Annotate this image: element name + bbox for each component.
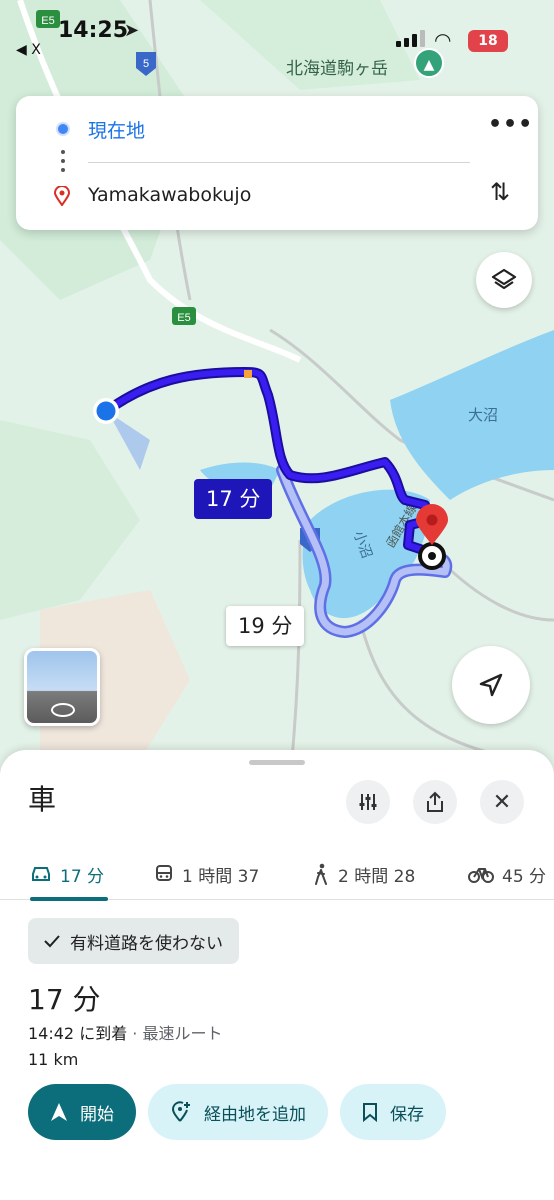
add-stop-button[interactable]: 経由地を追加	[148, 1084, 328, 1140]
directions-sheet: 車 ✕ 17 分 1 時間 37 2 時間 28 45 分 有料道路を使わない …	[0, 750, 554, 1200]
street-view-thumbnail[interactable]	[24, 648, 100, 726]
back-to-app-link[interactable]: ◀ X	[16, 42, 41, 58]
recenter-button[interactable]	[452, 646, 530, 724]
train-icon	[156, 865, 172, 881]
layers-button[interactable]	[476, 252, 532, 308]
main-route-time-label[interactable]: 17 分	[194, 479, 273, 519]
status-bar: 14:25 ➤ ◀ X ◠ 18	[0, 0, 554, 60]
tab-car[interactable]: 17 分	[30, 848, 109, 901]
close-button[interactable]: ✕	[480, 780, 524, 824]
action-row: 開始 経由地を追加 保存	[28, 1084, 446, 1140]
route-options-button[interactable]	[346, 780, 390, 824]
car-icon	[32, 867, 50, 881]
lake-onuma-label: 大沼	[468, 406, 498, 424]
check-icon	[44, 935, 60, 948]
avoid-tolls-chip[interactable]: 有料道路を使わない	[28, 918, 239, 964]
share-button[interactable]	[413, 780, 457, 824]
current-location-dot	[96, 401, 116, 421]
add-stop-label: 経由地を追加	[204, 1104, 306, 1125]
status-time: 14:25	[58, 18, 129, 43]
destination-marker-icon	[54, 186, 70, 206]
route-note: · 最速ルート	[132, 1024, 223, 1043]
more-options-icon[interactable]: •••	[488, 112, 533, 137]
start-button[interactable]: 開始	[28, 1084, 136, 1140]
rotate-360-icon	[51, 703, 75, 717]
directions-card: 現在地 Yamakawabokujo ••• ⇅	[16, 96, 538, 230]
signal-icon	[396, 30, 425, 47]
travel-mode-tabs: 17 分 1 時間 37 2 時間 28 45 分	[0, 848, 554, 901]
avoid-tolls-label: 有料道路を使わない	[70, 933, 223, 954]
destination-field[interactable]: Yamakawabokujo	[88, 184, 251, 206]
tab-transit[interactable]: 1 時間 37	[154, 848, 259, 900]
save-label: 保存	[390, 1104, 424, 1125]
battery-indicator: 18	[468, 30, 508, 52]
walk-icon	[315, 863, 327, 885]
tab-transit-label: 1 時間 37	[182, 866, 260, 887]
sliders-icon	[359, 794, 377, 810]
origin-field[interactable]: 現在地	[88, 116, 145, 143]
svg-text:E5: E5	[177, 312, 190, 324]
wifi-icon: ◠	[434, 28, 452, 52]
tab-walk-label: 2 時間 28	[338, 866, 416, 887]
save-button[interactable]: 保存	[340, 1084, 446, 1140]
arrival-info: 14:42 に到着 · 最速ルート	[28, 1020, 222, 1044]
arrival-time: 14:42 に到着	[28, 1024, 128, 1043]
route-duration: 17 分	[28, 983, 101, 1016]
divider	[88, 162, 470, 163]
travel-mode-title: 車	[28, 783, 57, 816]
tab-bike[interactable]: 45 分	[468, 848, 546, 900]
route-distance: 11 km	[28, 1050, 79, 1069]
tab-car-label: 17 分	[60, 866, 105, 887]
start-label: 開始	[80, 1104, 114, 1125]
share-icon	[427, 791, 443, 812]
bookmark-icon	[363, 1103, 377, 1122]
toll-marker	[244, 370, 252, 378]
tab-walk[interactable]: 2 時間 28	[312, 848, 415, 900]
close-icon: ✕	[492, 789, 512, 815]
route-dots-icon	[61, 150, 65, 177]
origin-dot-icon	[56, 122, 70, 136]
swap-direction-icon[interactable]: ⇅	[490, 178, 510, 206]
highway-shield-e5-mid: E5	[172, 307, 196, 325]
add-location-icon	[171, 1101, 190, 1122]
tab-bike-label: 45 分	[502, 866, 547, 887]
navigation-arrow-icon	[479, 673, 503, 697]
location-arrow-icon: ➤	[124, 20, 140, 41]
layers-icon	[491, 268, 517, 290]
sheet-drag-handle[interactable]	[249, 760, 305, 765]
alt-route-time-label[interactable]: 19 分	[226, 606, 305, 646]
navigation-start-icon	[51, 1103, 67, 1121]
bike-icon	[468, 868, 494, 883]
